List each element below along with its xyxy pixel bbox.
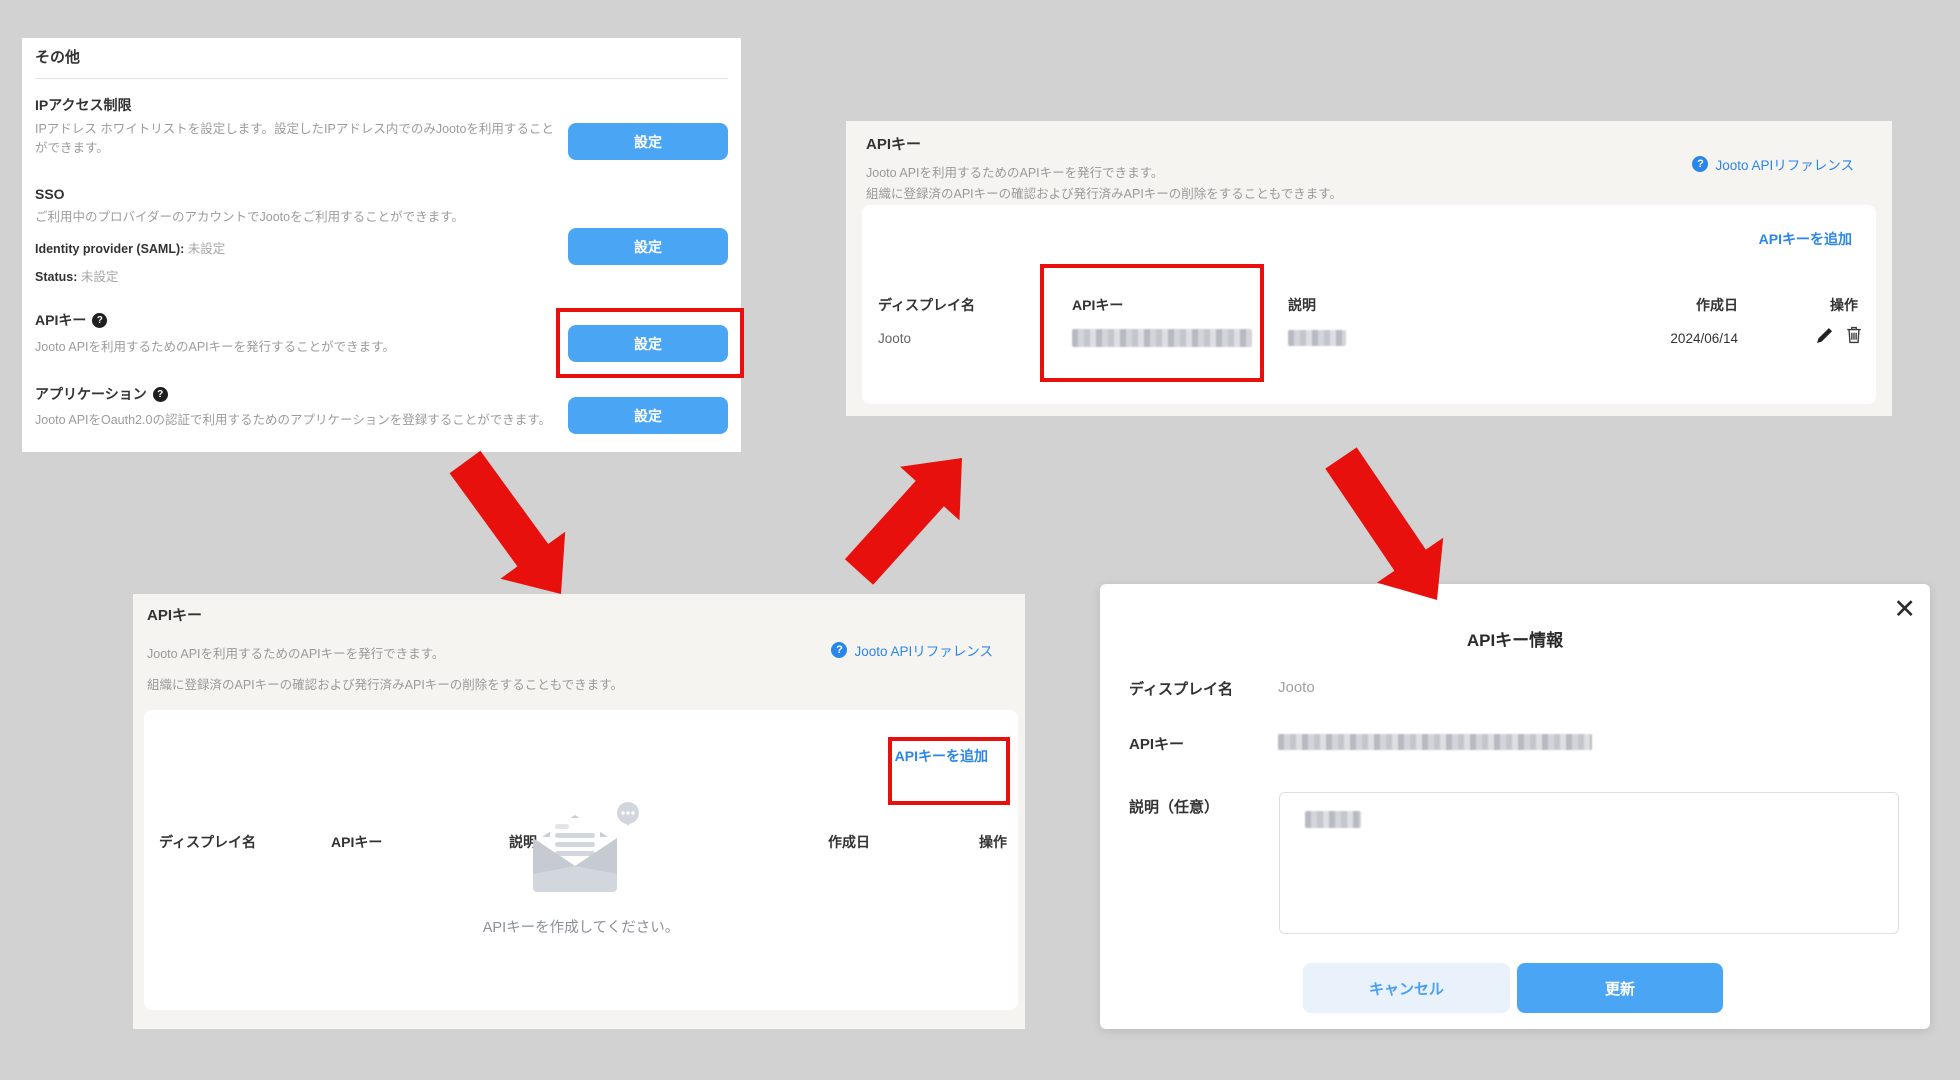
display-name-value: Jooto bbox=[1278, 679, 1315, 696]
col-header-api-key: APIキー bbox=[331, 832, 382, 852]
question-icon: ? bbox=[831, 642, 847, 658]
sso-idp-value: 未設定 bbox=[188, 242, 226, 256]
api-key-panel-empty: APIキー Jooto APIを利用するためのAPIキーを発行できます。 組織に… bbox=[133, 594, 1025, 1029]
api-reference-link-label: Jooto APIリファレンス bbox=[1715, 154, 1854, 174]
api-panel-desc-2: 組織に登録済のAPIキーの確認および発行済みAPIキーの削除をすることもできます… bbox=[866, 184, 1342, 204]
divider bbox=[35, 78, 728, 79]
api-reference-link[interactable]: ? Jooto APIリファレンス bbox=[831, 640, 993, 660]
cancel-button[interactable]: キャンセル bbox=[1303, 963, 1510, 1013]
api-key-table-card: APIキーを追加 ディスプレイ名 APIキー 説明 作成日 操作 Jooto 2… bbox=[862, 205, 1876, 404]
api-key-label: APIキー bbox=[1129, 733, 1184, 754]
panel-title: その他 bbox=[35, 46, 80, 67]
api-panel-title: APIキー bbox=[147, 604, 202, 625]
description-textarea[interactable] bbox=[1279, 792, 1899, 934]
col-header-created: 作成日 bbox=[790, 832, 870, 852]
row-display-name: Jooto bbox=[878, 331, 911, 346]
highlight-box-api-key-column bbox=[1040, 264, 1264, 382]
highlight-box-add-api-key bbox=[888, 737, 1010, 805]
modal-title: APIキー情報 bbox=[1100, 626, 1930, 651]
api-panel-desc-2: 組織に登録済のAPIキーの確認および発行済みAPIキーの削除をすることもできます… bbox=[147, 675, 623, 695]
empty-state-message: APIキーを作成してください。 bbox=[144, 916, 1018, 937]
section-desc-api-key: Jooto APIを利用するためのAPIキーを発行することができます。 bbox=[35, 338, 555, 357]
application-settings-button[interactable]: 設定 bbox=[568, 397, 728, 434]
ip-restriction-settings-button[interactable]: 設定 bbox=[568, 123, 728, 160]
description-label: 説明（任意） bbox=[1129, 796, 1219, 817]
api-reference-link[interactable]: ? Jooto APIリファレンス bbox=[1692, 154, 1854, 174]
api-key-value-blurred bbox=[1278, 734, 1592, 750]
other-settings-panel: その他 IPアクセス制限 IPアドレス ホワイトリストを設定します。設定したIP… bbox=[22, 38, 741, 452]
col-header-description: 説明 bbox=[1288, 295, 1316, 315]
sso-idp-line: Identity provider (SAML): 未設定 bbox=[35, 238, 225, 257]
col-header-created: 作成日 bbox=[1648, 295, 1738, 315]
display-name-label: ディスプレイ名 bbox=[1129, 678, 1233, 699]
api-panel-desc-1: Jooto APIを利用するためのAPIキーを発行できます。 bbox=[147, 644, 444, 664]
description-value-blurred bbox=[1305, 811, 1361, 828]
api-key-info-modal: ✕ APIキー情報 ディスプレイ名 Jooto APIキー 説明（任意） キャン… bbox=[1100, 584, 1930, 1029]
highlight-box-api-key-settings bbox=[556, 308, 744, 378]
api-key-panel-filled: APIキー Jooto APIを利用するためのAPIキーを発行できます。 組織に… bbox=[846, 121, 1892, 416]
question-icon: ? bbox=[1692, 156, 1708, 172]
help-icon[interactable]: ? bbox=[153, 387, 168, 402]
api-panel-desc-1: Jooto APIを利用するためのAPIキーを発行できます。 bbox=[866, 163, 1163, 183]
section-desc-application: Jooto APIをOauth2.0の認証で利用するためのアプリケーションを登録… bbox=[35, 411, 555, 430]
section-desc-sso: ご利用中のプロバイダーのアカウントでJootoをご利用することができます。 bbox=[35, 208, 555, 227]
sso-settings-button[interactable]: 設定 bbox=[568, 228, 728, 265]
row-created-date: 2024/06/14 bbox=[1648, 331, 1738, 346]
api-reference-link-label: Jooto APIリファレンス bbox=[854, 640, 993, 660]
help-icon[interactable]: ? bbox=[92, 313, 107, 328]
section-title-ip-restriction: IPアクセス制限 bbox=[35, 95, 132, 115]
close-icon[interactable]: ✕ bbox=[1893, 596, 1916, 623]
section-title-sso: SSO bbox=[35, 186, 65, 202]
section-title-application: アプリケーション ? bbox=[35, 384, 168, 404]
update-button[interactable]: 更新 bbox=[1517, 963, 1723, 1013]
arrow-up-right bbox=[845, 458, 962, 585]
empty-envelope-illustration bbox=[525, 802, 645, 902]
api-key-section-label: APIキー bbox=[35, 310, 86, 330]
col-header-actions: 操作 bbox=[1830, 295, 1858, 315]
section-desc-ip-restriction: IPアドレス ホワイトリストを設定します。設定したIPアドレス内でのみJooto… bbox=[35, 120, 555, 159]
col-header-actions: 操作 bbox=[979, 832, 1007, 852]
sso-idp-label: Identity provider (SAML): bbox=[35, 242, 184, 256]
api-key-table-card: APIキーを追加 ディスプレイ名 APIキー 説明 作成日 操作 bbox=[144, 710, 1018, 1010]
api-panel-title: APIキー bbox=[866, 133, 921, 154]
sso-status-value: 未設定 bbox=[81, 270, 119, 284]
section-title-api-key: APIキー ? bbox=[35, 310, 107, 330]
sso-status-line: Status: 未設定 bbox=[35, 266, 118, 285]
application-section-label: アプリケーション bbox=[35, 384, 147, 404]
sso-status-label: Status: bbox=[35, 270, 77, 284]
delete-trash-icon[interactable] bbox=[1846, 326, 1862, 344]
col-header-display-name: ディスプレイ名 bbox=[159, 832, 256, 852]
arrow-down-right-2 bbox=[1325, 447, 1443, 600]
add-api-key-link[interactable]: APIキーを追加 bbox=[1759, 229, 1852, 249]
arrow-down-right-1 bbox=[450, 451, 566, 594]
edit-pencil-icon[interactable] bbox=[1816, 327, 1833, 344]
col-header-display-name: ディスプレイ名 bbox=[878, 295, 975, 315]
row-description-blurred bbox=[1288, 330, 1346, 346]
